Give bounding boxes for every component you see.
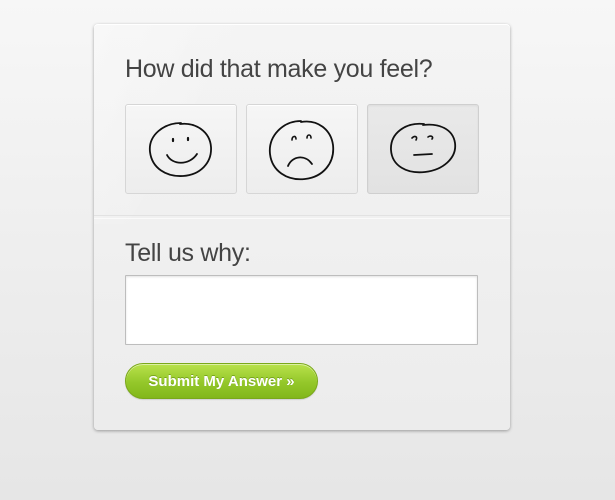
neutral-face-icon [390, 122, 456, 174]
submit-answer-button[interactable]: Submit My Answer » [125, 363, 318, 399]
mood-option-neutral[interactable] [367, 104, 479, 194]
mood-option-happy[interactable] [125, 104, 237, 194]
mood-option-sad[interactable] [246, 104, 358, 194]
happy-face-icon [149, 122, 212, 177]
why-textarea[interactable] [125, 275, 478, 345]
why-label: Tell us why: [125, 239, 251, 267]
mood-section: How did that make you feel? [94, 24, 510, 214]
section-divider [94, 215, 510, 219]
feedback-card: How did that make you feel? Tell us why:… [94, 24, 510, 430]
mood-options [125, 104, 479, 194]
question-heading: How did that make you feel? [125, 55, 433, 83]
sad-face-icon [269, 120, 335, 181]
